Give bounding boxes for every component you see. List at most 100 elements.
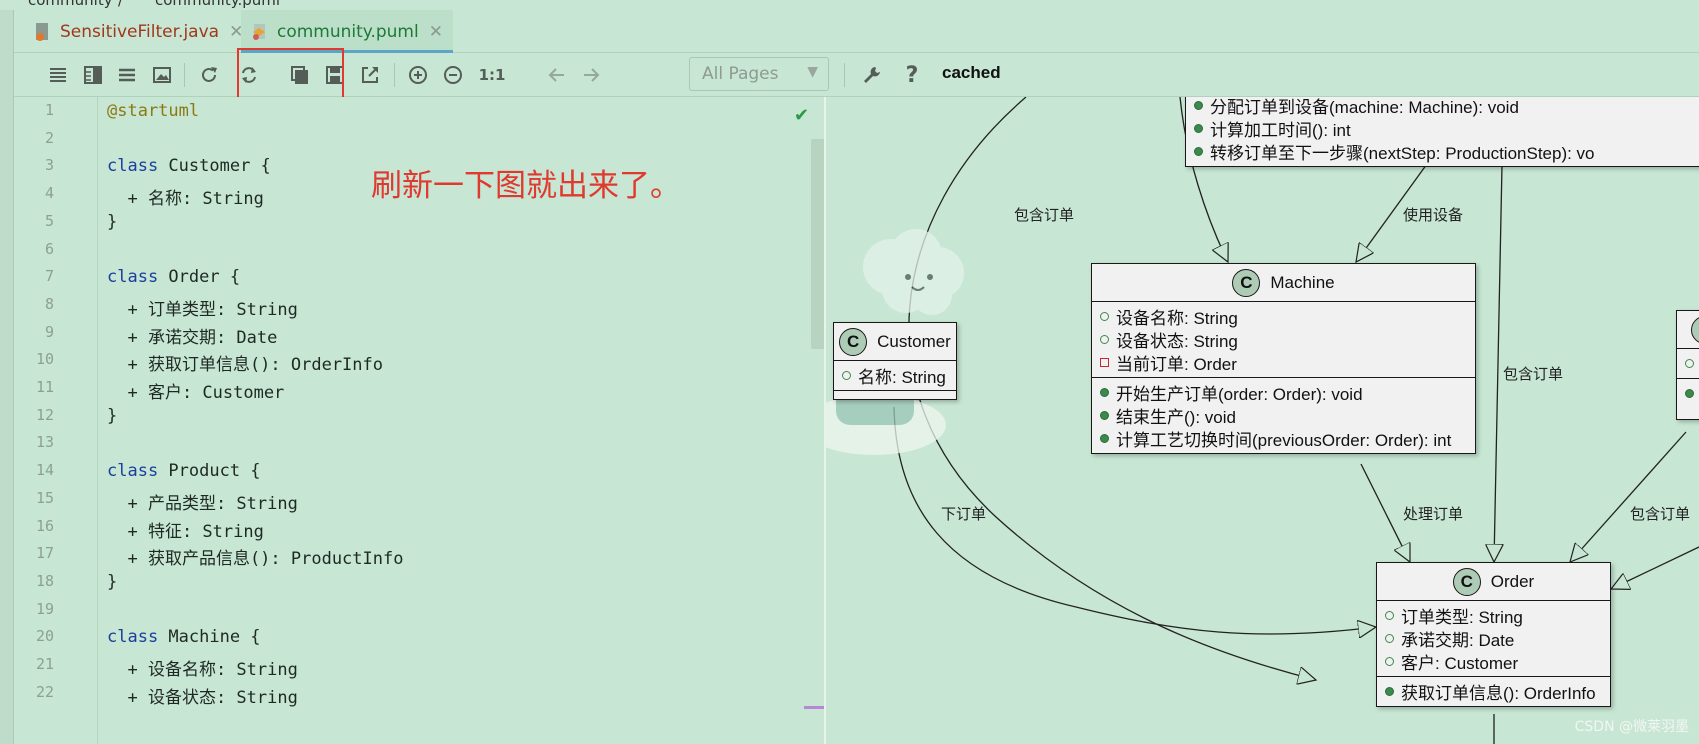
line-number: 7 [44,267,54,286]
breadcrumb: community / community.puml [0,0,1699,10]
class-box-customer[interactable]: C Customer 名称: String [833,322,957,400]
code-line[interactable]: + 设备状态: String [107,683,297,708]
edge-label: 下订单 [941,505,987,523]
method-row: 结束生产(): void [1100,404,1467,427]
refresh-icon[interactable] [194,60,224,90]
field-row: 设备状态: String [1100,328,1467,351]
line-number: 2 [44,128,54,147]
edge-label: 包含订单 [1630,505,1691,523]
public-field-icon [1685,359,1694,368]
code-line[interactable]: + 订单类型: String [107,295,297,320]
code-editor[interactable]: 1 2 3 4 5 6 7 8 9 10 11 12 13 14 15 16 17 18 19 20 21 22 @sta… [14,97,825,744]
tab-sensitivefilter-java[interactable]: SensitiveFilter.java ✕ [24,10,253,53]
class-box-partial[interactable]: 分配订单到设备(machine: Machine): void 计算加工时间()… [1185,97,1699,167]
code-line[interactable]: + 承诺交期: Date [107,323,277,348]
code-line[interactable]: + 获取产品信息(): ProductInfo [107,544,403,569]
pages-select[interactable]: All Pages ▼ [689,57,829,91]
public-method-icon [1385,687,1394,696]
private-field-icon [1100,358,1109,367]
breadcrumb-separator: / [118,0,124,9]
line-number: 14 [35,461,54,480]
method-row: 计算工艺切换时间(previousOrder: Order): int [1100,427,1467,450]
method-row: 分配订单到设备(machine: Machine): void [1194,97,1699,117]
line-number: 10 [35,350,54,369]
breadcrumb-project[interactable]: community [28,0,113,9]
line-number: 13 [35,433,54,452]
check-icon: ✔ [794,105,810,126]
arrow-right-icon[interactable] [576,60,606,90]
public-field-icon [842,371,851,380]
line-number: 19 [35,599,54,618]
public-method-icon [1100,434,1109,443]
vertical-scrollbar[interactable] [811,139,825,349]
public-field-icon [1385,634,1394,643]
tab-label: SensitiveFilter.java [60,21,220,42]
code-line[interactable]: + 获取订单信息(): OrderInfo [107,350,383,375]
code-line[interactable]: } [107,406,117,426]
public-method-icon [1100,388,1109,397]
class-name: Order [1490,571,1535,591]
code-line[interactable]: + 名称: String [107,184,263,209]
breadcrumb-file[interactable]: community.puml [155,0,280,9]
class-c-icon [1691,315,1699,344]
code-line[interactable]: + 设备名称: String [107,655,297,680]
code-line[interactable]: + 产品类型: String [107,489,297,514]
field-row: 当前订单: Order [1100,351,1467,374]
code-line[interactable]: class Customer { [107,156,271,176]
class-c-icon: C [1452,567,1481,596]
field-row: 订单类型: String [1385,604,1602,627]
chevron-down-icon: ▼ [807,64,818,80]
public-method-icon [1194,147,1203,156]
class-box-partial-right[interactable] [1676,310,1699,420]
code-line[interactable]: } [107,572,117,592]
help-icon[interactable]: ? [897,60,927,90]
edge-label: 处理订单 [1403,505,1464,523]
field-row: 承诺交期: Date [1385,627,1602,650]
code-line[interactable]: class Product { [107,461,261,481]
line-number: 8 [44,294,54,313]
code-line[interactable]: @startuml [107,101,199,121]
code-line[interactable]: + 特征: String [107,517,263,542]
toolbar-separator [844,63,845,87]
project-sidebar-strip[interactable] [0,10,14,744]
gutter-divider [97,97,98,744]
public-method-icon [1194,124,1203,133]
toolbar-separator [184,63,185,87]
preview-only-icon[interactable] [112,60,142,90]
line-number: 4 [44,184,54,203]
edge-label: 包含订单 [1503,365,1564,383]
zoom-in-icon[interactable] [403,60,433,90]
class-name: Machine [1270,272,1335,292]
split-view-icon[interactable] [78,60,108,90]
line-number: 15 [35,488,54,507]
export-icon[interactable] [355,60,385,90]
puml-file-icon [251,22,269,42]
close-icon[interactable]: ✕ [429,22,443,42]
code-line[interactable]: } [107,212,117,232]
class-box-order[interactable]: C Order 订单类型: String 承诺交期: Date 客户: Custo… [1376,562,1611,707]
code-line[interactable]: class Machine { [107,627,261,647]
java-file-icon [34,22,52,42]
class-box-machine[interactable]: C Machine 设备名称: String 设备状态: String 当前订单:… [1091,263,1476,454]
wrench-icon[interactable] [857,60,887,90]
toolbar-separator [394,63,395,87]
line-number: 12 [35,405,54,424]
arrow-left-icon[interactable] [542,60,572,90]
tab-community-puml[interactable]: community.puml ✕ [241,10,453,53]
public-field-icon [1100,335,1109,344]
zoom-reset-button[interactable]: 1:1 [474,60,510,90]
zoom-out-icon[interactable] [438,60,468,90]
method-row: 获取订单信息(): OrderInfo [1385,680,1602,703]
line-number: 3 [44,156,54,175]
code-line[interactable]: class Order { [107,267,240,287]
diagram-preview[interactable]: 分配订单到设备(machine: Machine): void 计算加工时间()… [826,97,1699,744]
annotation-text: 刷新一下图就出来了。 [371,168,681,204]
line-number: 6 [44,239,54,258]
image-icon[interactable] [147,60,177,90]
line-number: 5 [44,211,54,230]
line-number: 18 [35,571,54,590]
editor-only-icon[interactable] [43,60,73,90]
method-row: 计算加工时间(): int [1194,117,1699,140]
code-line[interactable]: + 客户: Customer [107,378,284,403]
scroll-marker [804,706,825,709]
